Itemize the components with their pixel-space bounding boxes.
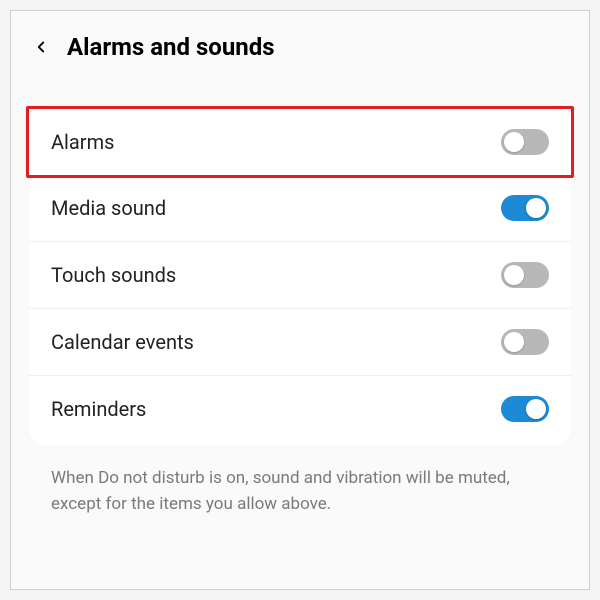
row-media-sound[interactable]: Media sound: [29, 175, 571, 242]
row-alarms[interactable]: Alarms: [26, 106, 574, 178]
back-icon[interactable]: [29, 35, 53, 59]
row-touch-sounds[interactable]: Touch sounds: [29, 242, 571, 309]
row-label: Calendar events: [51, 330, 194, 354]
row-label: Alarms: [51, 130, 114, 154]
toggle-alarms[interactable]: [501, 129, 549, 155]
footer-description: When Do not disturb is on, sound and vib…: [29, 446, 571, 527]
row-reminders[interactable]: Reminders: [29, 376, 571, 442]
header-bar: Alarms and sounds: [29, 23, 571, 79]
row-label: Media sound: [51, 196, 166, 220]
toggle-reminders[interactable]: [501, 396, 549, 422]
toggle-media-sound[interactable]: [501, 195, 549, 221]
row-label: Touch sounds: [51, 263, 176, 287]
row-label: Reminders: [51, 397, 146, 421]
toggle-touch-sounds[interactable]: [501, 262, 549, 288]
screen: Alarms and sounds Alarms Media sound Tou…: [10, 10, 590, 590]
row-calendar-events[interactable]: Calendar events: [29, 309, 571, 376]
page-title: Alarms and sounds: [67, 33, 275, 61]
settings-card: Alarms Media sound Touch sounds Calendar…: [29, 105, 571, 446]
toggle-calendar-events[interactable]: [501, 329, 549, 355]
